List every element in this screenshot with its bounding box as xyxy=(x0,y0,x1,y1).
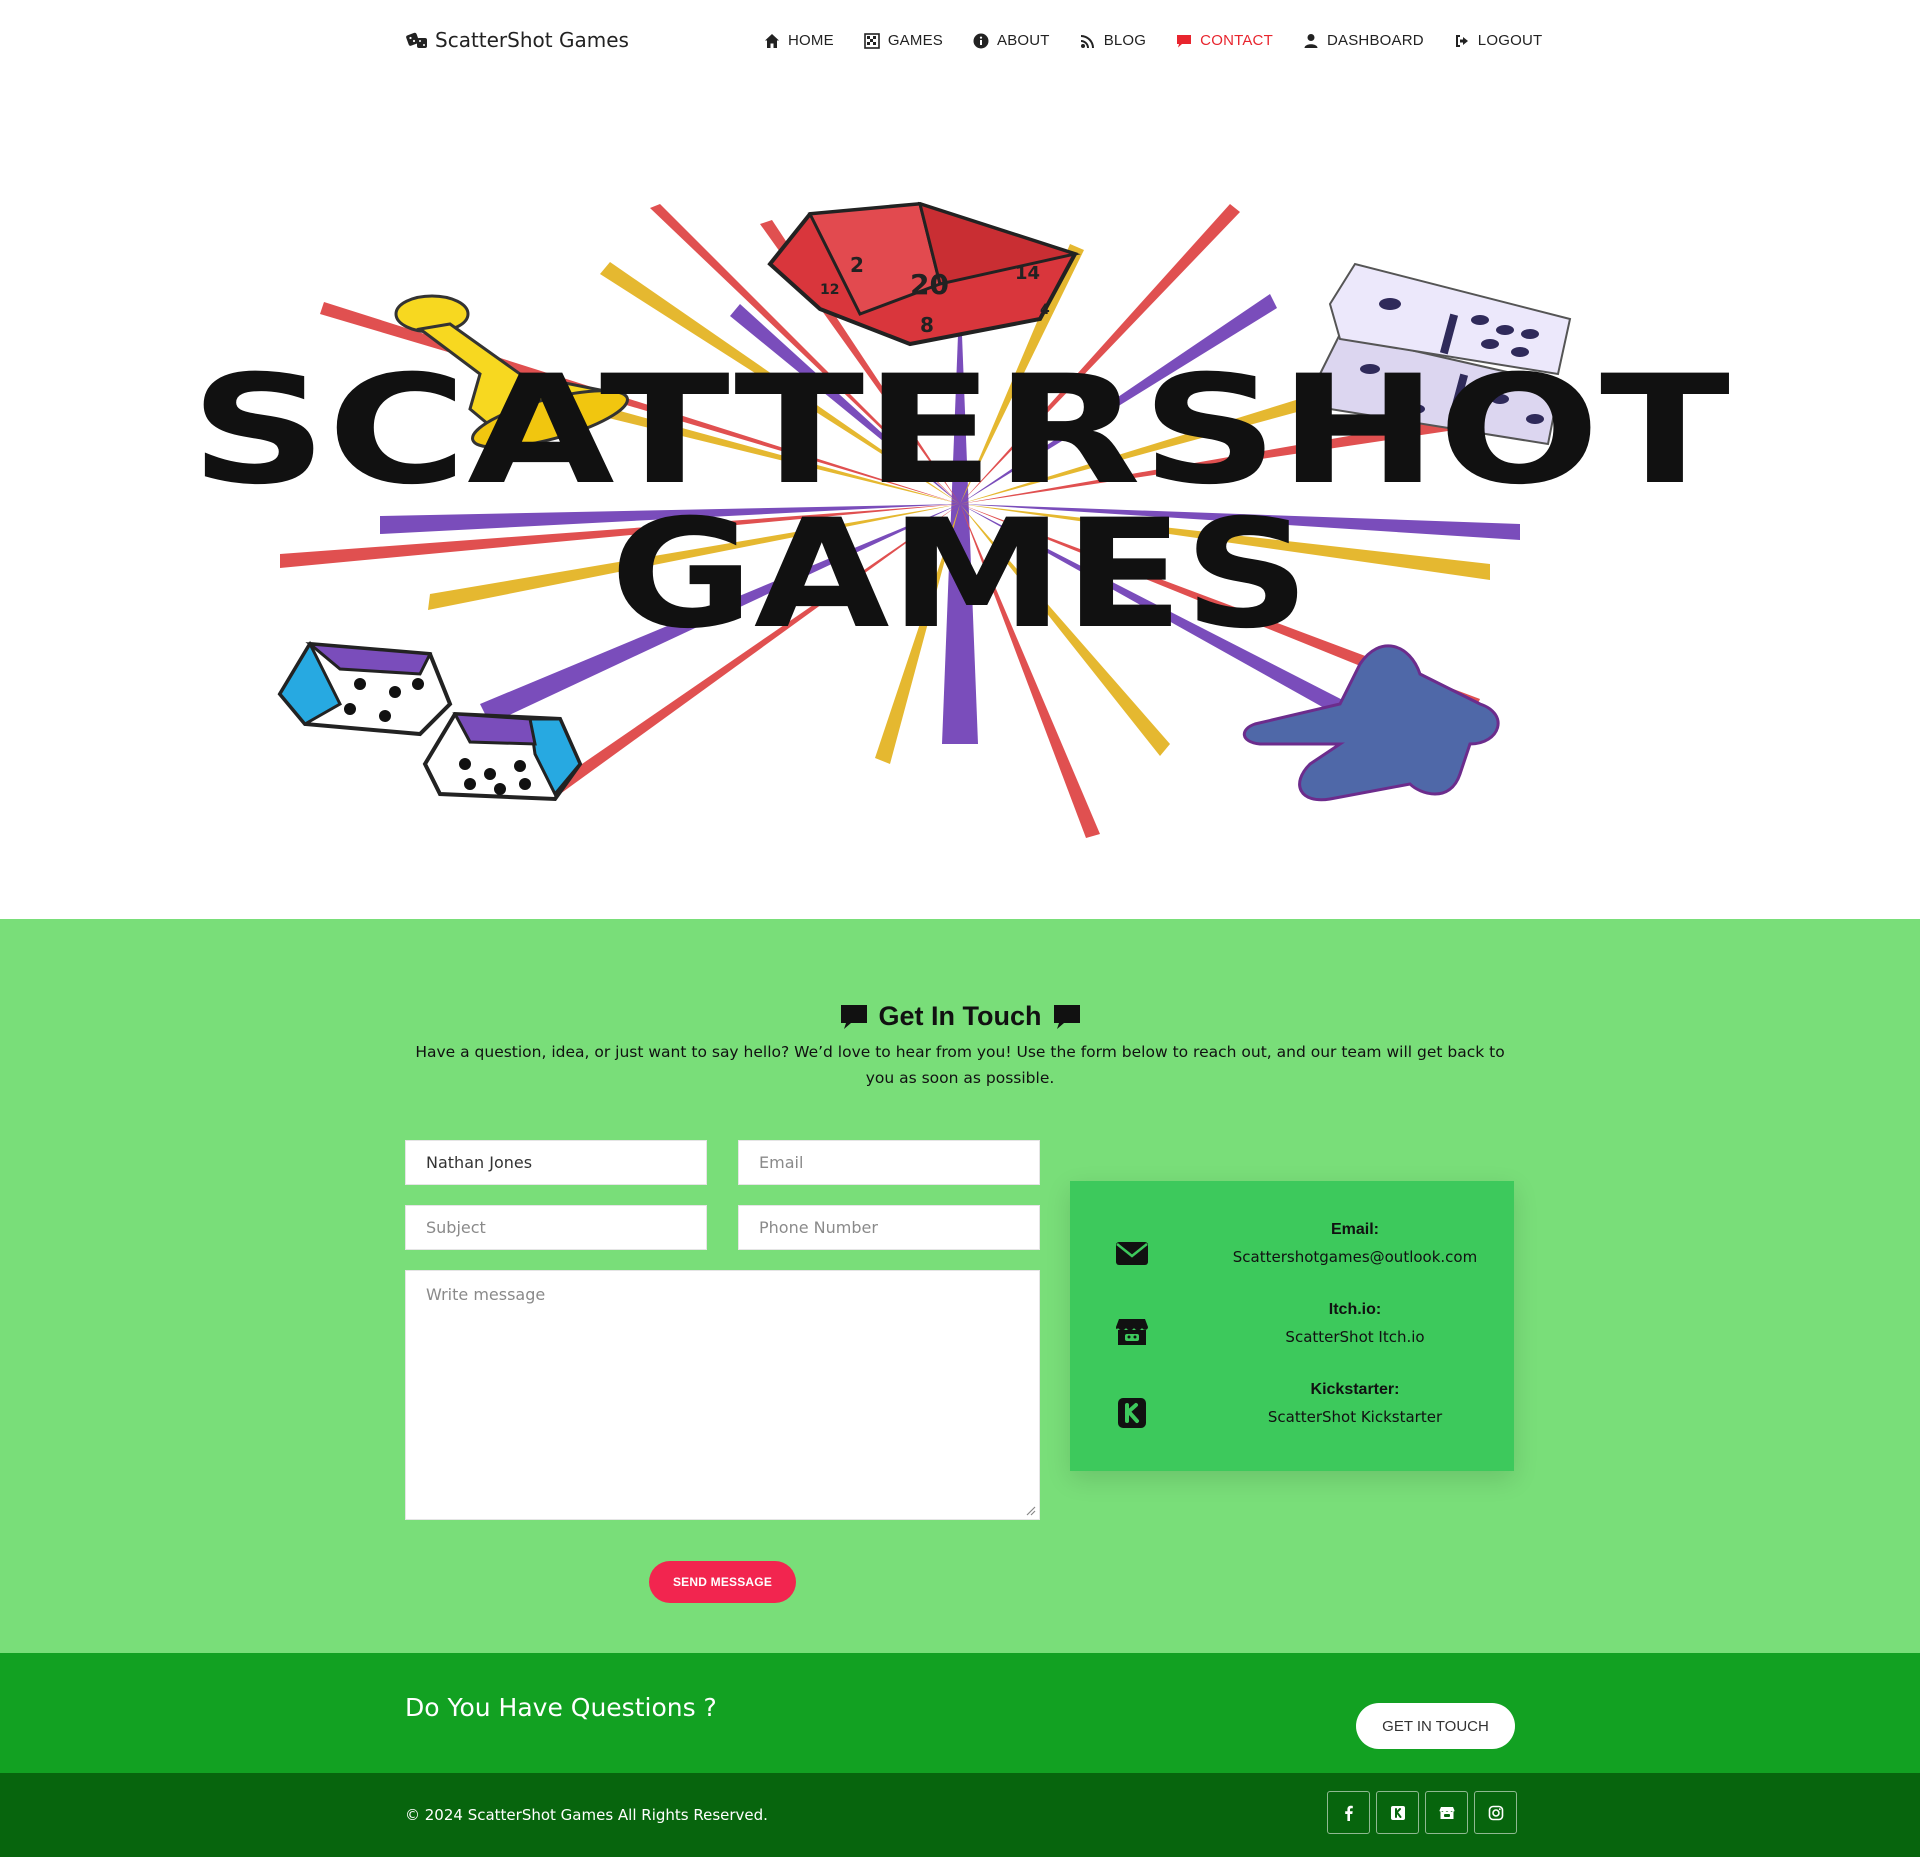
envelope-icon xyxy=(1116,1242,1148,1265)
header: ScatterShot Games HOME GAMES ABOUT BLOG … xyxy=(0,0,1920,84)
itchio-icon xyxy=(1439,1806,1454,1819)
resize-grip-icon[interactable] xyxy=(1024,1504,1036,1516)
die-number-8: 8 xyxy=(920,313,934,337)
info-email-value[interactable]: Scattershotgames@outlook.com xyxy=(1190,1248,1520,1266)
die-number-4: 4 xyxy=(1040,302,1050,318)
blog-icon xyxy=(1080,34,1094,48)
contact-description: Have a question, idea, or just want to s… xyxy=(415,1043,1505,1087)
nav-dashboard[interactable]: DASHBOARD xyxy=(1303,32,1424,49)
info-itchio[interactable]: Itch.io: ScatterShot Itch.io xyxy=(1070,1301,1514,1361)
info-icon xyxy=(973,33,989,48)
nav-games-label: GAMES xyxy=(887,32,943,49)
contact-title: Get In Touch xyxy=(0,1001,1920,1032)
logo-title-line2: GAMES xyxy=(610,488,1310,662)
nav-games[interactable]: GAMES xyxy=(864,32,943,49)
itchio-icon xyxy=(1116,1319,1148,1345)
dice-icon xyxy=(406,32,427,48)
questions-title: Do You Have Questions ? xyxy=(405,1693,717,1722)
logout-icon xyxy=(1455,34,1468,47)
nav-dashboard-label: DASHBOARD xyxy=(1326,32,1424,49)
scattershot-games-logo: 2 20 14 8 12 4 SCATTERSHOT GAMES xyxy=(190,201,1730,838)
footer: © 2024 ScatterShot Games All Rights Rese… xyxy=(0,1773,1920,1857)
kickstarter-icon xyxy=(1118,1398,1146,1428)
contact-title-text: Get In Touch xyxy=(878,1001,1042,1031)
comment-icon xyxy=(1053,1004,1080,1029)
nav-home[interactable]: HOME xyxy=(764,32,834,49)
info-kickstarter-label: Kickstarter: xyxy=(1310,1381,1400,1398)
email-field[interactable]: Email xyxy=(738,1140,1040,1185)
info-email[interactable]: Email: Scattershotgames@outlook.com xyxy=(1070,1221,1514,1281)
phone-field[interactable]: Phone Number xyxy=(738,1205,1040,1250)
info-kickstarter[interactable]: Kickstarter: ScatterShot Kickstarter xyxy=(1070,1381,1514,1441)
social-itchio[interactable] xyxy=(1425,1791,1468,1834)
copyright-text: © 2024 ScatterShot Games All Rights Rese… xyxy=(405,1806,768,1824)
questions-banner: Do You Have Questions ? GET IN TOUCH xyxy=(0,1653,1920,1773)
instagram-icon xyxy=(1488,1805,1503,1820)
nav-blog-label: BLOG xyxy=(1103,32,1147,49)
nav-logout[interactable]: LOGOUT xyxy=(1454,32,1543,49)
nav-contact-label: CONTACT xyxy=(1200,32,1273,49)
contact-section: Get In Touch Have a question, idea, or j… xyxy=(0,919,1920,1653)
home-icon xyxy=(765,33,779,48)
comment-icon xyxy=(1177,34,1192,47)
nav-blog[interactable]: BLOG xyxy=(1080,32,1146,49)
hero-banner: 2 20 14 8 12 4 SCATTERSHOT GAMES xyxy=(0,84,1920,920)
brand-name: ScatterShot Games xyxy=(435,28,629,52)
meeple-illustration xyxy=(1242,644,1500,802)
info-itchio-label: Itch.io: xyxy=(1328,1301,1382,1318)
social-kickstarter[interactable] xyxy=(1376,1791,1419,1834)
contact-info-card: Email: Scattershotgames@outlook.com Itch… xyxy=(1070,1181,1514,1471)
name-field[interactable]: Nathan Jones xyxy=(405,1140,707,1185)
nav-about[interactable]: ABOUT xyxy=(973,32,1050,49)
subject-field[interactable]: Subject xyxy=(405,1205,707,1250)
get-in-touch-button[interactable]: GET IN TOUCH xyxy=(1356,1703,1515,1749)
nav-home-label: HOME xyxy=(788,32,834,49)
die-number-12: 12 xyxy=(820,282,839,298)
die-number-14: 14 xyxy=(1015,263,1040,284)
info-email-label: Email: xyxy=(1330,1221,1379,1238)
nav-about-label: ABOUT xyxy=(997,32,1050,49)
d20-die-illustration: 2 20 14 8 12 4 xyxy=(767,201,1081,347)
user-icon xyxy=(1304,33,1318,48)
info-itchio-value[interactable]: ScatterShot Itch.io xyxy=(1190,1328,1520,1346)
facebook-icon xyxy=(1344,1805,1353,1821)
page: ScatterShot Games HOME GAMES ABOUT BLOG … xyxy=(0,0,1920,1857)
six-sided-dice-illustration xyxy=(277,640,583,802)
nav-contact[interactable]: CONTACT xyxy=(1176,32,1273,49)
social-links xyxy=(1327,1791,1517,1834)
message-field[interactable]: Write message xyxy=(405,1270,1040,1520)
message-placeholder: Write message xyxy=(426,1285,546,1304)
die-number-20: 20 xyxy=(910,268,949,301)
die-number-2: 2 xyxy=(850,253,864,277)
social-instagram[interactable] xyxy=(1474,1791,1517,1834)
nav-logout-label: LOGOUT xyxy=(1477,32,1543,49)
main-nav: HOME GAMES ABOUT BLOG CONTACT DASHBOARD xyxy=(764,32,1542,49)
brand-logo[interactable]: ScatterShot Games xyxy=(405,28,629,52)
chessboard-icon xyxy=(864,32,880,49)
info-kickstarter-value[interactable]: ScatterShot Kickstarter xyxy=(1190,1408,1520,1426)
comment-icon xyxy=(840,1004,867,1029)
send-message-button[interactable]: SEND MESSAGE xyxy=(649,1561,796,1603)
social-facebook[interactable] xyxy=(1327,1791,1370,1834)
kickstarter-icon xyxy=(1390,1805,1405,1820)
